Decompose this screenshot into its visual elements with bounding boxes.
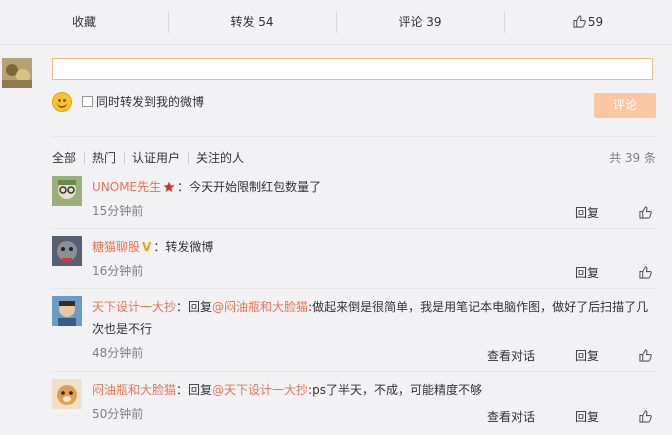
reply-button[interactable]: 回复	[575, 408, 599, 425]
comment-text: UNOME先生 ：今天开始限制红包数量了	[92, 176, 652, 198]
avatar[interactable]	[52, 296, 82, 326]
comment-input[interactable]	[52, 58, 653, 80]
thumbs-up-icon	[573, 15, 586, 28]
thumbs-up-icon[interactable]	[639, 206, 652, 219]
comment-actions: 查看对话 回复	[447, 347, 652, 364]
view-conversation-button[interactable]: 查看对话	[487, 347, 535, 364]
user-avatar[interactable]	[2, 58, 32, 88]
comment-separator: ：	[177, 180, 190, 194]
comment-text: 糖猫聊股 V ：转发微博	[92, 236, 652, 258]
tab-comment[interactable]: 评论 39	[336, 0, 504, 44]
action-tabs: 收藏 转发 54 评论 39 59	[0, 0, 672, 45]
thumbs-up-icon[interactable]	[639, 410, 652, 423]
comment-actions: 回复	[535, 264, 652, 281]
thumbs-up-icon[interactable]	[639, 349, 652, 362]
emoji-icon[interactable]	[52, 92, 72, 112]
comment-actions: 回复	[535, 204, 652, 221]
comment-separator: ：	[176, 300, 189, 314]
divider	[52, 288, 656, 289]
comment-author[interactable]: 天下设计一大抄	[92, 300, 176, 314]
comment-text: 闷油瓶和大脸猫：回复@天下设计一大抄:ps了半天，不成，可能精度不够	[92, 379, 652, 401]
avatar[interactable]	[52, 176, 82, 206]
star-badge-icon	[163, 181, 175, 192]
tab-like[interactable]: 59	[504, 0, 672, 44]
comment-count: 共 39 条	[609, 151, 656, 165]
divider	[52, 228, 656, 229]
comment-author[interactable]: 闷油瓶和大脸猫	[92, 383, 176, 397]
comment-text: 天下设计一大抄：回复@闷油瓶和大脸猫:做起来倒是很简单，我是用笔记本电脑作图，做…	[92, 296, 652, 340]
comment-author[interactable]: UNOME先生	[92, 180, 161, 194]
divider	[52, 136, 656, 137]
avatar[interactable]	[52, 379, 82, 409]
comment-item: 天下设计一大抄：回复@闷油瓶和大脸猫:做起来倒是很简单，我是用笔记本电脑作图，做…	[52, 296, 656, 368]
filter-verified[interactable]: 认证用户	[124, 149, 188, 166]
tab-like-label: 59	[587, 15, 604, 29]
tab-forward[interactable]: 转发 54	[168, 0, 336, 44]
comment-time: 15分钟前	[92, 204, 144, 218]
verified-v-badge: V	[142, 240, 152, 254]
mention-link[interactable]: @闷油瓶和大脸猫	[212, 300, 308, 314]
avatar[interactable]	[52, 236, 82, 266]
mention-link[interactable]: @天下设计一大抄	[212, 383, 308, 397]
reply-prefix: 回复	[188, 383, 213, 397]
comment-filters: 全部 热门 认证用户 关注的人	[52, 148, 252, 166]
comment-item: 糖猫聊股 V ：转发微博 16分钟前 回复	[52, 236, 656, 286]
forward-checkbox-label: 同时转发到我的微博	[96, 95, 205, 109]
tab-forward-label: 转发 54	[230, 15, 274, 29]
comment-body: :ps了半天，不成，可能精度不够	[308, 383, 482, 397]
comment-body: 转发微博	[165, 240, 214, 254]
comment-time: 50分钟前	[92, 407, 144, 421]
comment-actions: 查看对话 回复	[447, 408, 652, 425]
comment-time: 16分钟前	[92, 264, 144, 278]
filter-all[interactable]: 全部	[52, 149, 84, 166]
tab-collect[interactable]: 收藏	[0, 0, 168, 44]
thumbs-up-icon[interactable]	[639, 266, 652, 279]
forward-checkbox[interactable]	[82, 96, 93, 107]
comment-separator: ：	[153, 240, 166, 254]
tab-comment-label: 评论 39	[398, 15, 442, 29]
filter-following[interactable]: 关注的人	[188, 149, 252, 166]
filter-hot[interactable]: 热门	[84, 149, 124, 166]
reply-prefix: 回复	[188, 300, 213, 314]
comment-time: 48分钟前	[92, 346, 144, 360]
tab-collect-label: 收藏	[71, 15, 96, 29]
submit-comment-button[interactable]: 评论	[594, 93, 656, 118]
comment-separator: ：	[176, 383, 189, 397]
comment-body: 今天开始限制红包数量了	[189, 180, 322, 194]
view-conversation-button[interactable]: 查看对话	[487, 408, 535, 425]
reply-button[interactable]: 回复	[575, 204, 599, 221]
comment-author[interactable]: 糖猫聊股	[92, 240, 140, 254]
reply-button[interactable]: 回复	[575, 347, 599, 364]
reply-button[interactable]: 回复	[575, 264, 599, 281]
comment-item: UNOME先生 ：今天开始限制红包数量了 15分钟前 回复	[52, 176, 656, 226]
divider	[52, 371, 656, 372]
comment-item: 闷油瓶和大脸猫：回复@天下设计一大抄:ps了半天，不成，可能精度不够 50分钟前…	[52, 379, 656, 429]
